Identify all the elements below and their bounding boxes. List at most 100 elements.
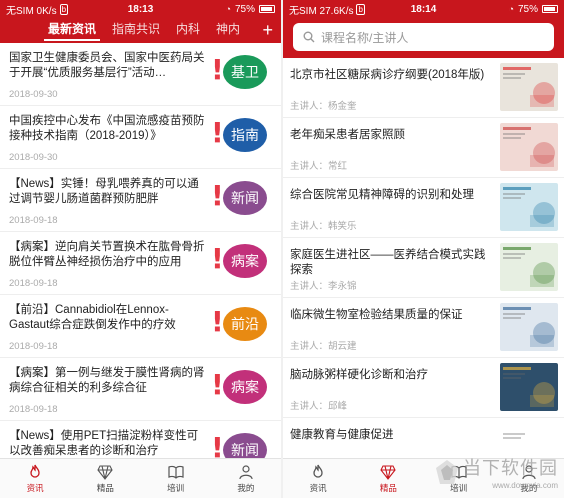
watermark-logo-icon (436, 460, 458, 484)
course-title: 北京市社区糖尿病诊疗纲要(2018年版) (290, 69, 485, 81)
nav-label: 资讯 (26, 483, 44, 493)
tab-guidelines[interactable]: 指南共识 (104, 20, 168, 43)
tag-label: 新闻 (231, 441, 259, 458)
news-date: 2018-09-18 (9, 341, 58, 352)
nav-item-profile[interactable]: 我的 (211, 459, 281, 498)
news-tag-badge: ! 病案 (211, 368, 271, 408)
course-thumbnail (500, 183, 558, 231)
tag-label: 病案 (231, 378, 259, 395)
thumbnail-art-icon (503, 307, 555, 347)
tag-oval: 指南 (223, 118, 267, 152)
tab-latest[interactable]: 最新资讯 (40, 20, 104, 43)
news-date: 2018-09-18 (9, 404, 58, 415)
battery-percent: 75% (517, 3, 538, 15)
exclamation-icon: ! (211, 116, 224, 149)
bottom-nav: 资讯 精品 培训 我的 (0, 458, 281, 498)
wifi-icon: ◔ (225, 4, 231, 14)
app-badge-icon: b (59, 3, 69, 15)
tag-oval: 新闻 (223, 181, 267, 215)
nav-label: 培训 (167, 483, 185, 493)
carrier-text: 无SIM 27.6K/s (289, 5, 354, 17)
news-date: 2018-09-30 (9, 89, 58, 100)
course-item[interactable]: 北京市社区糖尿病诊疗纲要(2018年版) 主讲人：杨金奎 (283, 58, 564, 118)
news-item[interactable]: 【病案】逆向肩关节置换术在肱骨骨折脱位伴臂丛神经损伤治疗中的应用 2018-09… (0, 232, 281, 295)
tab-internal-medicine[interactable]: 内科 (168, 20, 208, 43)
diamond-icon (379, 463, 397, 481)
thumbnail-art-icon (503, 247, 555, 287)
news-title: 国家卫生健康委员会、国家中医药局关于开展“优质服务基层行”活动… (9, 52, 205, 79)
news-item[interactable]: 【前沿】Cannabidiol在Lennox-Gastaut综合症跌倒发作中的疗… (0, 295, 281, 358)
news-tag-badge: ! 基卫 (211, 53, 271, 93)
news-title: 【News】使用PET扫描淀粉样变性可以改善痴呆患者的诊断和治疗 (9, 430, 199, 457)
news-date: 2018-09-18 (9, 278, 58, 289)
course-thumbnail (500, 123, 558, 171)
exclamation-icon: ! (211, 242, 224, 275)
news-item[interactable]: 【病案】第一例与继发于膜性肾病的肾病综合征相关的利多综合征 2018-09-18… (0, 358, 281, 421)
exclamation-icon: ! (211, 305, 224, 338)
tag-label: 新闻 (231, 189, 259, 206)
add-tab-button[interactable]: + (262, 21, 273, 39)
course-thumbnail (500, 363, 558, 411)
course-item[interactable]: 健康教育与健康促进 (283, 418, 564, 458)
exclamation-icon: ! (211, 179, 224, 212)
course-thumbnail (500, 303, 558, 351)
course-title: 家庭医生进社区——医养结合模式实践探索 (290, 249, 486, 276)
course-item[interactable]: 家庭医生进社区——医养结合模式实践探索 主讲人：李永锦 (283, 238, 564, 298)
tag-oval: 新闻 (223, 433, 267, 458)
course-item[interactable]: 老年痴呆患者居家照顾 主讲人：常红 (283, 118, 564, 178)
news-item[interactable]: 中国疾控中心发布《中国流感疫苗预防接种技术指南（2018-2019）》 2018… (0, 106, 281, 169)
news-screen: 无SIM 0K/s b 18:13 ◔ 75% 最新资讯 指南共识 内科 神内 … (0, 0, 281, 498)
tag-label: 病案 (231, 252, 259, 269)
course-list: 北京市社区糖尿病诊疗纲要(2018年版) 主讲人：杨金奎 老年痴呆患者居家照顾 … (283, 58, 564, 458)
battery-icon (259, 5, 275, 13)
nav-item-premium[interactable]: 精品 (70, 459, 140, 498)
news-tag-badge: ! 新闻 (211, 431, 271, 458)
tag-oval: 病案 (223, 370, 267, 404)
news-title: 【News】实锤！母乳喂养真的可以通过调节婴儿肠道菌群预防肥胖 (9, 178, 199, 205)
exclamation-icon: ! (211, 53, 224, 86)
thumbnail-art-icon (503, 127, 555, 167)
nav-item-training[interactable]: 培训 (141, 459, 211, 498)
status-bar: 无SIM 27.6K/s b 18:14 ◔ 75% (283, 0, 564, 18)
tag-oval: 前沿 (223, 307, 267, 341)
nav-label: 资讯 (309, 483, 327, 493)
exclamation-icon: ! (211, 431, 224, 459)
course-item[interactable]: 综合医院常见精神障碍的识别和处理 主讲人：韩笑乐 (283, 178, 564, 238)
news-item[interactable]: 【News】使用PET扫描淀粉样变性可以改善痴呆患者的诊断和治疗 ! 新闻 (0, 421, 281, 458)
courses-screen: 无SIM 27.6K/s b 18:14 ◔ 75% 课程名称/主讲人 北京市社… (283, 0, 564, 498)
news-title: 【前沿】Cannabidiol在Lennox-Gastaut综合症跌倒发作中的疗… (9, 304, 176, 331)
news-tag-badge: ! 病案 (211, 242, 271, 282)
nav-item-news[interactable]: 资讯 (283, 459, 353, 498)
course-item[interactable]: 脑动脉粥样硬化诊断和治疗 主讲人：邱峰 (283, 358, 564, 418)
category-tabs: 最新资讯 指南共识 内科 神内 + (0, 18, 281, 43)
battery-percent: 75% (234, 3, 255, 15)
search-input[interactable]: 课程名称/主讲人 (293, 23, 554, 51)
carrier-text: 无SIM 0K/s (6, 5, 57, 17)
course-item[interactable]: 临床微生物室检验结果质量的保证 主讲人：胡云建 (283, 298, 564, 358)
thumbnail-art-icon (503, 67, 555, 107)
tab-neurology[interactable]: 神内 (208, 20, 248, 43)
watermark-text: 当下软件园 (463, 458, 558, 478)
news-item[interactable]: 【News】实锤！母乳喂养真的可以通过调节婴儿肠道菌群预防肥胖 2018-09-… (0, 169, 281, 232)
nav-item-news[interactable]: 资讯 (0, 459, 70, 498)
book-icon (167, 463, 185, 481)
news-item[interactable]: 国家卫生健康委员会、国家中医药局关于开展“优质服务基层行”活动… 2018-09… (0, 43, 281, 106)
battery-icon (542, 5, 558, 13)
news-title: 【病案】第一例与继发于膜性肾病的肾病综合征相关的利多综合征 (9, 367, 205, 394)
nav-label: 精品 (96, 483, 114, 493)
news-tag-badge: ! 指南 (211, 116, 271, 156)
news-date: 2018-09-30 (9, 152, 58, 163)
tag-label: 基卫 (231, 63, 259, 80)
thumbnail-art-icon (503, 427, 555, 458)
tag-oval: 基卫 (223, 55, 267, 89)
course-title: 老年痴呆患者居家照顾 (290, 129, 405, 141)
course-thumbnail (500, 63, 558, 111)
news-title: 【病案】逆向肩关节置换术在肱骨骨折脱位伴臂丛神经损伤治疗中的应用 (9, 241, 205, 268)
tag-oval: 病案 (223, 244, 267, 278)
nav-item-premium[interactable]: 精品 (353, 459, 423, 498)
thumbnail-art-icon (503, 187, 555, 227)
search-icon (303, 31, 315, 43)
diamond-icon (96, 463, 114, 481)
watermark: 当下软件园 www.downxia.com (435, 454, 558, 490)
course-lecturer: 主讲人：韩笑乐 (290, 221, 357, 232)
